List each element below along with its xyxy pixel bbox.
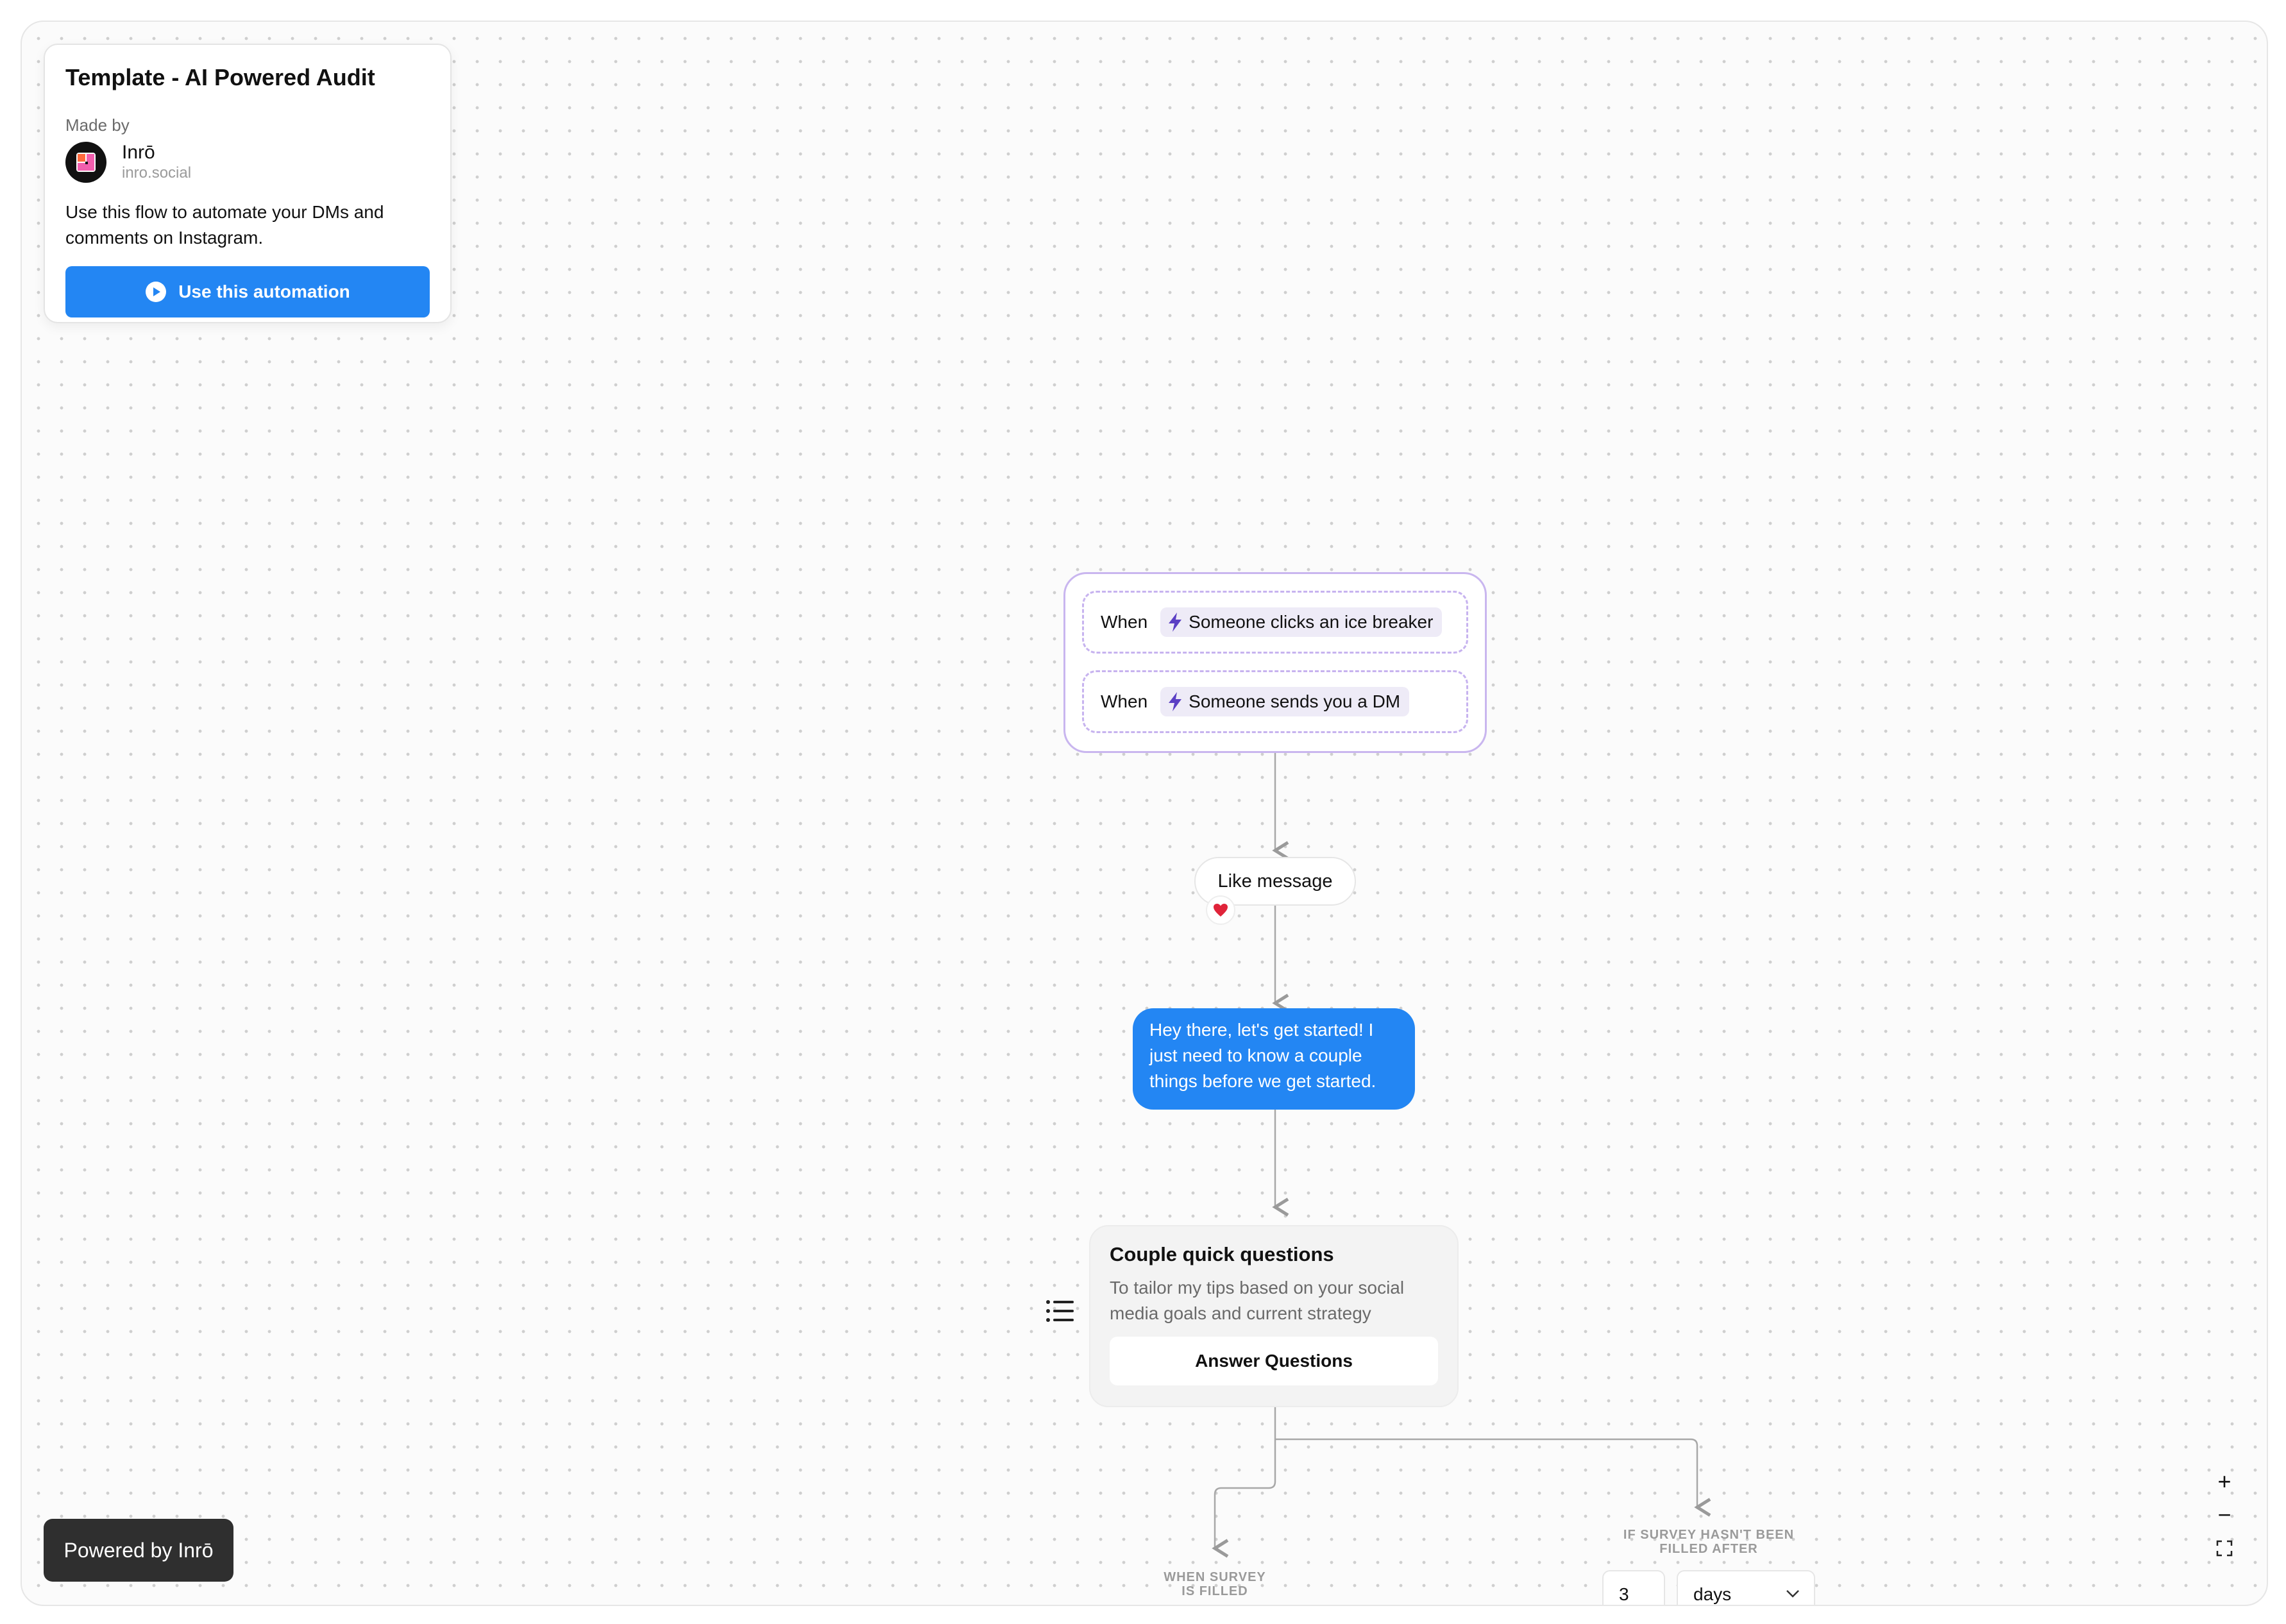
trigger-ice-breaker[interactable]: When Someone clicks an ice breaker: [1082, 591, 1468, 654]
answer-questions-button[interactable]: Answer Questions: [1110, 1337, 1438, 1385]
when-label: When: [1101, 691, 1148, 711]
message-bubble[interactable]: Hey there, let's get started! I just nee…: [1133, 1008, 1415, 1110]
branch-not-filled-label: IF SURVEY HASN'T BEEN FILLED AFTER: [1623, 1528, 1795, 1556]
powered-by-label: Powered by Inrō: [64, 1538, 214, 1562]
lightning-icon: [1169, 692, 1182, 711]
author-avatar: [65, 142, 106, 183]
author-row[interactable]: Inrō inro.social: [65, 142, 430, 183]
heart-badge: [1206, 895, 1235, 925]
survey-card[interactable]: Couple quick questions To tailor my tips…: [1089, 1225, 1459, 1407]
fit-view-button[interactable]: [2208, 1532, 2241, 1565]
delay-value-input[interactable]: 3: [1602, 1570, 1665, 1605]
trigger-event-label: Someone clicks an ice breaker: [1189, 612, 1434, 632]
trigger-event-pill: Someone clicks an ice breaker: [1160, 607, 1443, 637]
use-automation-label: Use this automation: [178, 282, 350, 301]
message-text: Hey there, let's get started! I just nee…: [1149, 1020, 1376, 1091]
trigger-dm[interactable]: When Someone sends you a DM: [1082, 670, 1468, 733]
heart-icon: [1214, 904, 1228, 917]
branch-filled-label: WHEN SURVEY IS FILLED: [1164, 1570, 1266, 1598]
lightning-icon: [1169, 613, 1182, 632]
flow-canvas[interactable]: Template - AI Powered Audit Made by Inrō…: [21, 21, 2268, 1606]
template-info-card: Template - AI Powered Audit Made by Inrō…: [44, 44, 452, 323]
list-icon: [1046, 1298, 1075, 1327]
like-message-label: Like message: [1217, 870, 1333, 892]
trigger-event-label: Someone sends you a DM: [1189, 691, 1401, 711]
made-by-label: Made by: [65, 115, 130, 135]
survey-title: Couple quick questions: [1110, 1243, 1334, 1265]
author-name: Inrō: [122, 142, 155, 163]
trigger-group[interactable]: When Someone clicks an ice breaker When …: [1063, 572, 1487, 753]
powered-by-badge[interactable]: Powered by Inrō: [44, 1519, 233, 1582]
trigger-event-pill: Someone sends you a DM: [1160, 687, 1410, 716]
zoom-out-label: −: [2217, 1501, 2231, 1528]
when-label: When: [1101, 612, 1148, 632]
delay-unit-value: days: [1693, 1584, 1732, 1604]
survey-description: To tailor my tips based on your social m…: [1110, 1278, 1405, 1323]
use-automation-button[interactable]: Use this automation: [65, 266, 430, 317]
chevron-down-icon: [1786, 1590, 1799, 1598]
template-description: Use this flow to automate your DMs and c…: [65, 202, 384, 248]
inro-logo-icon: [76, 153, 96, 172]
zoom-out-button[interactable]: −: [2208, 1498, 2241, 1532]
author-site[interactable]: inro.social: [122, 164, 191, 183]
delay-unit-select[interactable]: days: [1677, 1570, 1815, 1605]
zoom-in-label: +: [2217, 1468, 2231, 1494]
play-icon: [146, 282, 167, 302]
zoom-in-button[interactable]: +: [2208, 1465, 2241, 1498]
template-title: Template - AI Powered Audit: [65, 64, 375, 90]
fit-screen-icon: [2216, 1540, 2233, 1557]
